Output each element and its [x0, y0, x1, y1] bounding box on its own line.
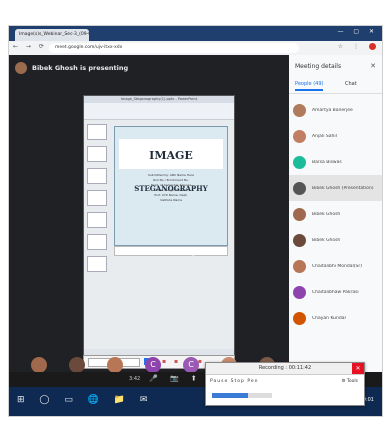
people-list-item[interactable]: Bibek Ghosh: [289, 201, 382, 227]
bookmark-icons[interactable]: ☆ ⋮: [338, 43, 363, 50]
slide-thumbnails: [87, 124, 107, 324]
recording-progress-fill: [212, 393, 248, 398]
recording-progress: [212, 393, 272, 398]
powerpoint-title: Image_Steganography(1).pptx - PowerPoint: [84, 96, 234, 103]
participant-avatar: [31, 357, 47, 373]
browser-tab[interactable]: Image(s)s_Webinar_Sec-3_(09-01-22): [15, 29, 89, 41]
window-controls[interactable]: — ▢ ✕: [337, 28, 378, 35]
people-list-item[interactable]: Bibek Ghosh (Presentation): [289, 175, 382, 201]
participant-avatar: C: [145, 357, 161, 373]
slide-notes: [114, 246, 228, 256]
mouse-cursor-icon: ↖: [189, 250, 196, 259]
meeting-time: 3:42: [129, 376, 141, 382]
profile-icon[interactable]: [369, 43, 376, 50]
panel-title: Meeting details: [295, 63, 342, 70]
slide-thumbnail: [87, 212, 107, 228]
recording-popup: Recording : 00:11:42 ✕ Pause Stop Pen ⚙ …: [205, 362, 365, 406]
person-name: Barsa Biswas: [312, 159, 342, 165]
people-list-item[interactable]: Chayan Kundar: [289, 305, 382, 331]
tab-people[interactable]: People (49): [295, 81, 324, 91]
person-avatar: [293, 311, 306, 325]
person-name: Anjali Sahil: [312, 133, 337, 139]
taskbar-icons[interactable]: ⊞ ◯ ▭ 🌐 📁 ✉: [17, 395, 153, 405]
person-avatar: [293, 103, 306, 117]
tab-chat[interactable]: Chat: [345, 81, 357, 87]
person-avatar: [293, 155, 306, 169]
slide-title-image: IMAGE: [149, 149, 193, 162]
panel-tabs: People (49) Chat: [289, 79, 382, 94]
people-list-item[interactable]: Bibek Ghosh: [289, 227, 382, 253]
presenter-label: Bibek Ghosh is presenting: [32, 64, 129, 72]
person-avatar: [293, 233, 306, 247]
address-bar: ← → ⟳ meet.google.com/ujv-itxx-xdx ☆ ⋮: [9, 41, 382, 55]
nav-buttons[interactable]: ← → ⟳: [13, 43, 47, 50]
close-icon[interactable]: ✕: [352, 363, 364, 374]
person-avatar: [293, 181, 306, 195]
people-list: Amartya Banerjee Anjali Sahil Barsa Biswas…: [289, 97, 382, 331]
person-avatar: [293, 207, 306, 221]
slide-title: IMAGE STEGANOGRAPHY: [119, 139, 223, 193]
people-list-item[interactable]: Chaitalibhi Mondal(Sr): [289, 253, 382, 279]
participant-avatar: C: [183, 357, 199, 373]
shared-screen: Image_Steganography(1).pptx - PowerPoint…: [83, 95, 235, 357]
person-name: Chayan Kundar: [312, 315, 347, 321]
slide-thumbnail: [87, 190, 107, 206]
presenter-avatar: [15, 62, 27, 74]
participant-avatar: [107, 357, 123, 373]
meeting-details-panel: Meeting details ✕ People (49) Chat Amart…: [289, 55, 382, 372]
participant-avatar: [69, 357, 85, 373]
person-avatar: [293, 259, 306, 273]
slide-thumbnail: [87, 256, 107, 272]
slide-thumbnail: [87, 168, 107, 184]
person-name: Chaitalibhi Mondal(Sr): [312, 263, 362, 269]
url-field[interactable]: meet.google.com/ujv-itxx-xdx: [49, 43, 299, 53]
current-slide: IMAGE STEGANOGRAPHY Submitted by: ABC Na…: [114, 126, 228, 246]
person-name: Bibek Ghosh (Presentation): [312, 185, 374, 191]
browser-tab-bar: Image(s)s_Webinar_Sec-3_(09-01-22) — ▢ ✕: [9, 26, 382, 41]
recording-tools[interactable]: Pause Stop Pen: [210, 379, 259, 384]
person-name: Chaitalibhaw Pakrasi: [312, 289, 359, 295]
person-avatar: [293, 285, 306, 299]
recording-label: Recording : 00:11:42: [258, 365, 312, 371]
people-list-item[interactable]: Anjali Sahil: [289, 123, 382, 149]
people-list-item[interactable]: Amartya Banerjee: [289, 97, 382, 123]
slide-thumbnail: [87, 124, 107, 140]
close-icon[interactable]: ✕: [370, 62, 376, 70]
slide-thumbnail: [87, 146, 107, 162]
person-name: Bibek Ghosh: [312, 237, 341, 243]
powerpoint-ribbon: [84, 103, 234, 120]
screen-frame: Image(s)s_Webinar_Sec-3_(09-01-22) — ▢ ✕…: [8, 25, 383, 417]
person-name: Bibek Ghosh: [312, 211, 341, 217]
person-name: Amartya Banerjee: [312, 107, 353, 113]
people-list-item[interactable]: Chaitalibhaw Pakrasi: [289, 279, 382, 305]
recording-title: Recording : 00:11:42 ✕: [206, 363, 364, 375]
presenter-bar: Bibek Ghosh is presenting: [15, 61, 128, 75]
person-avatar: [293, 129, 306, 143]
people-list-item[interactable]: Barsa Biswas: [289, 149, 382, 175]
slide-thumbnail: [87, 234, 107, 250]
address-bar-icons[interactable]: ☆ ⋮: [338, 43, 376, 50]
recording-tools-right[interactable]: ⚙ Tools: [341, 379, 358, 384]
